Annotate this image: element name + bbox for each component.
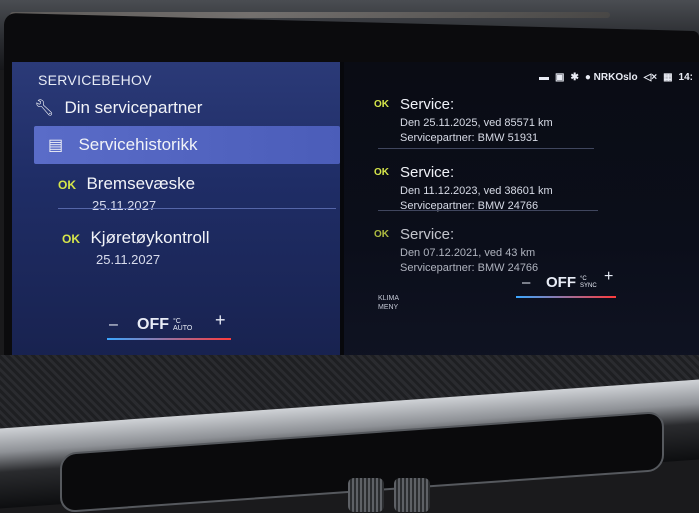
service-partner-line: Servicepartner: BMW 51931 [400,132,539,144]
service-record[interactable]: OK Service: Den 25.11.2025, ved 85571 km… [374,96,680,144]
ok-status-badge: OK [374,167,389,178]
section-title: SERVICEBEHOV [38,72,152,88]
mute-icon: ◁× [643,71,658,83]
service-date-line: Den 11.12.2023, ved 38601 km [400,185,553,197]
service-book-icon: ▤ [48,137,64,154]
ok-status-badge: OK [374,229,389,240]
service-partner-line: Servicepartner: BMW 24766 [400,262,539,274]
temperature-bar [516,296,616,298]
clock: 14: [678,71,693,83]
climate-mode: °C AUTO [173,318,193,332]
ok-status-badge: OK [62,232,80,246]
menu-item-label: Kjøretøykontroll [90,228,210,247]
status-bar: ▬ ▣ ✱ ● NRKOslo ◁× ▦ 14: [539,68,693,86]
divider [378,148,594,149]
due-date: 25.11.2027 [96,252,161,267]
menu-item-service-partner[interactable]: 🔧︎ Din servicepartner [34,98,340,118]
service-record[interactable]: OK Service: Den 11.12.2023, ved 38601 km… [374,164,680,212]
service-date-line: Den 07.12.2021, ved 43 km [400,247,536,259]
phone-icon: ▣ [554,71,565,83]
service-record[interactable]: OK Service: Den 07.12.2021, ved 43 km Se… [374,226,680,274]
climate-control-left: – OFF °C AUTO + [107,310,257,340]
service-title: Service: [400,226,455,243]
signal-icon: ▬ [538,71,549,83]
bluetooth-icon: ✱ [570,71,579,83]
menu-item-vehicle-check[interactable]: OK Kjøretøykontroll 25.11.2027 [62,228,368,267]
climate-control-right: – OFF °C SYNC + [516,268,622,298]
service-title: Service: [400,164,455,181]
temp-up-button[interactable]: + [604,268,613,286]
menu-item-label: Bremsevæske [86,174,196,193]
climate-menu-button[interactable]: KLIMA MENY [378,294,399,312]
temp-down-button[interactable]: – [109,316,118,334]
radio-station-label: ● NRKOslo [584,71,638,83]
due-date: 25.11.2027 [92,198,157,213]
message-icon: ▦ [663,71,673,83]
vent-knob[interactable] [394,478,430,512]
menu-item-label: Din servicepartner [64,98,203,117]
service-date-line: Den 25.11.2025, ved 85571 km [400,117,553,129]
divider [378,210,598,211]
climate-state: OFF [546,274,576,291]
wrench-icon: 🔧︎ [34,100,55,117]
temp-down-button[interactable]: – [522,274,530,291]
service-menu-panel: SERVICEBEHOV 🔧︎ Din servicepartner ▤ Ser… [12,62,340,362]
temperature-bar [107,338,231,340]
service-title: Service: [400,96,455,113]
ok-status-badge: OK [58,178,76,192]
vent-knob[interactable] [348,478,384,512]
climate-mode: °C SYNC [580,276,597,289]
ok-status-badge: OK [374,99,389,110]
divider [58,208,336,209]
infotainment-screen: SERVICEBEHOV 🔧︎ Din servicepartner ▤ Ser… [12,62,699,362]
temp-up-button[interactable]: + [215,310,226,331]
menu-item-label: Servicehistorikk [78,135,198,154]
climate-state: OFF [137,316,169,333]
service-history-panel: ▬ ▣ ✱ ● NRKOslo ◁× ▦ 14: OK Service: Den… [344,62,699,362]
menu-item-service-history[interactable]: ▤ Servicehistorikk [34,126,340,164]
